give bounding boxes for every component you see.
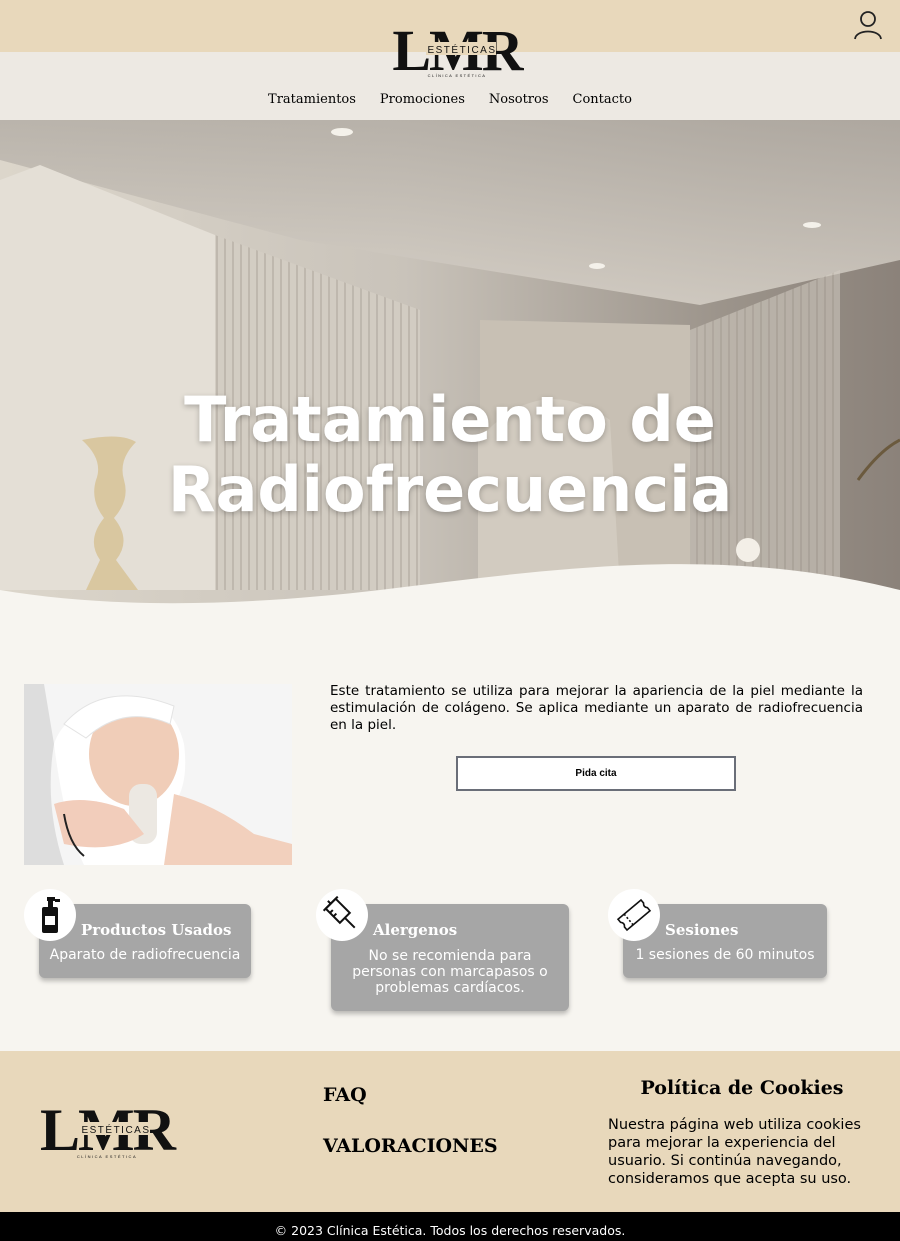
- card-icon-circle: [24, 889, 76, 941]
- logo-subtitle: ESTÉTICAS: [81, 1123, 150, 1136]
- user-icon[interactable]: [852, 9, 884, 41]
- card-icon-circle: [608, 889, 660, 941]
- pump-bottle-icon: [42, 897, 60, 933]
- nav-tratamientos[interactable]: Tratamientos: [268, 92, 356, 107]
- treatment-photo: [24, 684, 292, 865]
- footer-logo[interactable]: LMR ESTÉTICAS CLÍNICA ESTÉTICA: [34, 1102, 180, 1160]
- header-logo[interactable]: LMR ESTÉTICAS CLÍNICA ESTÉTICA: [390, 18, 524, 78]
- nav-promociones[interactable]: Promociones: [380, 92, 465, 107]
- hero-title-line-1: Tratamiento de: [184, 383, 716, 456]
- syringe-icon: [322, 895, 356, 929]
- footer-link-valoraciones[interactable]: VALORACIONES: [323, 1135, 498, 1157]
- hero-background-image: [0, 120, 900, 610]
- logo-tagline: CLÍNICA ESTÉTICA: [77, 1154, 137, 1159]
- card-title: Alergenos: [373, 921, 458, 939]
- nav-contacto[interactable]: Contacto: [573, 92, 632, 107]
- logo-subtitle: ESTÉTICAS: [427, 43, 496, 56]
- logo-tagline: CLÍNICA ESTÉTICA: [428, 73, 487, 78]
- card-text: 1 sesiones de 60 minutos: [635, 947, 815, 963]
- footer-link-faq[interactable]: FAQ: [323, 1084, 367, 1106]
- card-icon-circle: [316, 889, 368, 941]
- card-text: No se recomienda para personas con marca…: [352, 948, 548, 996]
- hero-title: Tratamiento de Radiofrecuencia: [0, 385, 900, 525]
- hero-banner: Tratamiento de Radiofrecuencia: [0, 120, 900, 610]
- card-title: Sesiones: [665, 921, 739, 939]
- treatment-description: Este tratamiento se utiliza para mejorar…: [330, 683, 863, 733]
- main-nav: Tratamientos Promociones Nosotros Contac…: [0, 92, 900, 107]
- card-text: Aparato de radiofrecuencia: [49, 947, 241, 963]
- cookies-text: Nuestra página web utiliza cookies para …: [608, 1117, 861, 1187]
- ticket-icon: [616, 898, 652, 932]
- book-appointment-button[interactable]: Pida cita: [456, 756, 736, 791]
- copyright-bar: © 2023 Clínica Estética. Todos los derec…: [0, 1212, 900, 1241]
- hero-title-line-2: Radiofrecuencia: [167, 453, 733, 526]
- copyright-text: © 2023 Clínica Estética. Todos los derec…: [274, 1223, 626, 1238]
- card-title: Productos Usados: [81, 921, 232, 939]
- nav-nosotros[interactable]: Nosotros: [489, 92, 549, 107]
- cookies-title: Política de Cookies: [640, 1077, 844, 1099]
